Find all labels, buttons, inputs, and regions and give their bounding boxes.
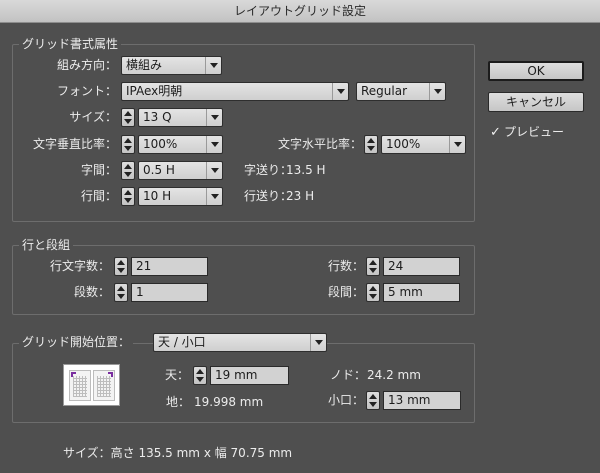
- columns-label: 段数：: [73, 285, 110, 299]
- cancel-button[interactable]: キャンセル: [488, 92, 584, 112]
- chevron-down-icon: [449, 136, 465, 153]
- grid-start-dropdown[interactable]: 天 / 小口: [153, 333, 327, 352]
- lines-label: 行数：: [327, 259, 364, 273]
- chars-per-line-input[interactable]: 21: [131, 257, 208, 276]
- line-advance-label: 行送り：: [244, 189, 293, 203]
- v-scale-value: 100%: [143, 137, 178, 151]
- line-spacing-label: 行間：: [80, 189, 117, 203]
- h-scale-stepper[interactable]: [364, 135, 378, 154]
- font-style-dropdown[interactable]: Regular: [356, 82, 446, 101]
- h-scale-combo[interactable]: 100%: [381, 135, 466, 154]
- direction-dropdown[interactable]: 横組み: [121, 56, 222, 75]
- top-stepper[interactable]: [193, 366, 207, 385]
- lines-stepper[interactable]: [366, 257, 380, 276]
- line-spacing-value: 10 H: [143, 189, 172, 203]
- chevron-down-icon: [429, 83, 445, 100]
- font-label: フォント：: [56, 84, 117, 98]
- outside-label: 小口：: [327, 393, 364, 407]
- size-label: サイズ：: [69, 110, 117, 124]
- lines-input[interactable]: 24: [383, 257, 460, 276]
- font-family-value: IPAex明朝: [126, 84, 183, 98]
- columns-input[interactable]: 1: [131, 283, 208, 302]
- chevron-down-icon: [206, 188, 222, 205]
- chevron-down-icon: [332, 83, 348, 100]
- outside-input[interactable]: 13 mm: [383, 391, 461, 410]
- direction-value: 横組み: [126, 58, 163, 72]
- chevron-down-icon: [206, 162, 222, 179]
- chars-per-line-stepper[interactable]: [114, 257, 128, 276]
- gutter-label: 段間：: [327, 285, 364, 299]
- size-summary: サイズ：高さ 135.5 mm x 幅 70.75 mm: [63, 446, 293, 460]
- top-label: 天：: [164, 368, 189, 382]
- chars-per-line-label: 行文字数：: [49, 259, 110, 273]
- char-spacing-label: 字間：: [80, 163, 117, 177]
- v-scale-label: 文字垂直比率：: [32, 137, 117, 151]
- line-advance-value: 23 H: [286, 189, 315, 203]
- preview-checkbox[interactable]: ✓: [490, 123, 501, 142]
- grid-format-title: グリッド書式属性: [19, 37, 122, 51]
- font-style-value: Regular: [361, 84, 408, 98]
- char-spacing-value: 0.5 H: [143, 163, 175, 177]
- rows-columns-title: 行と段組: [19, 238, 74, 252]
- bottom-value: 19.998 mm: [194, 395, 264, 409]
- rows-columns-group: [12, 245, 475, 315]
- line-spacing-combo[interactable]: 10 H: [138, 187, 223, 206]
- ok-button[interactable]: OK: [488, 61, 584, 81]
- window-title: レイアウトグリッド設定: [0, 0, 600, 23]
- size-combo[interactable]: 13 Q: [138, 108, 223, 127]
- grid-start-label: グリッド開始位置：: [19, 335, 134, 349]
- gutter-input[interactable]: 5 mm: [383, 283, 460, 302]
- char-advance-label: 字送り：: [244, 163, 293, 177]
- columns-stepper[interactable]: [114, 283, 128, 302]
- char-advance-value: 13.5 H: [286, 163, 326, 177]
- line-spacing-stepper[interactable]: [121, 187, 135, 206]
- v-scale-combo[interactable]: 100%: [138, 135, 223, 154]
- chevron-down-icon: [205, 57, 221, 74]
- page-preview-icon: [63, 364, 120, 406]
- top-input[interactable]: 19 mm: [210, 366, 289, 385]
- grid-start-value: 天 / 小口: [158, 335, 206, 349]
- chevron-down-icon: [206, 109, 222, 126]
- inside-label: ノド：: [330, 368, 367, 382]
- size-stepper[interactable]: [121, 108, 135, 127]
- font-family-dropdown[interactable]: IPAex明朝: [121, 82, 349, 101]
- v-scale-stepper[interactable]: [121, 135, 135, 154]
- char-spacing-combo[interactable]: 0.5 H: [138, 161, 223, 180]
- bottom-label: 地：: [166, 395, 191, 409]
- char-spacing-stepper[interactable]: [121, 161, 135, 180]
- inside-value: 24.2 mm: [367, 368, 421, 382]
- gutter-stepper[interactable]: [366, 283, 380, 302]
- direction-label: 組み方向：: [56, 58, 117, 72]
- h-scale-value: 100%: [386, 137, 421, 151]
- h-scale-label: 文字水平比率：: [277, 137, 362, 151]
- outside-stepper[interactable]: [366, 391, 380, 410]
- chevron-down-icon: [310, 334, 326, 351]
- size-value: 13 Q: [143, 110, 172, 124]
- preview-label[interactable]: プレビュー: [504, 123, 564, 142]
- chevron-down-icon: [206, 136, 222, 153]
